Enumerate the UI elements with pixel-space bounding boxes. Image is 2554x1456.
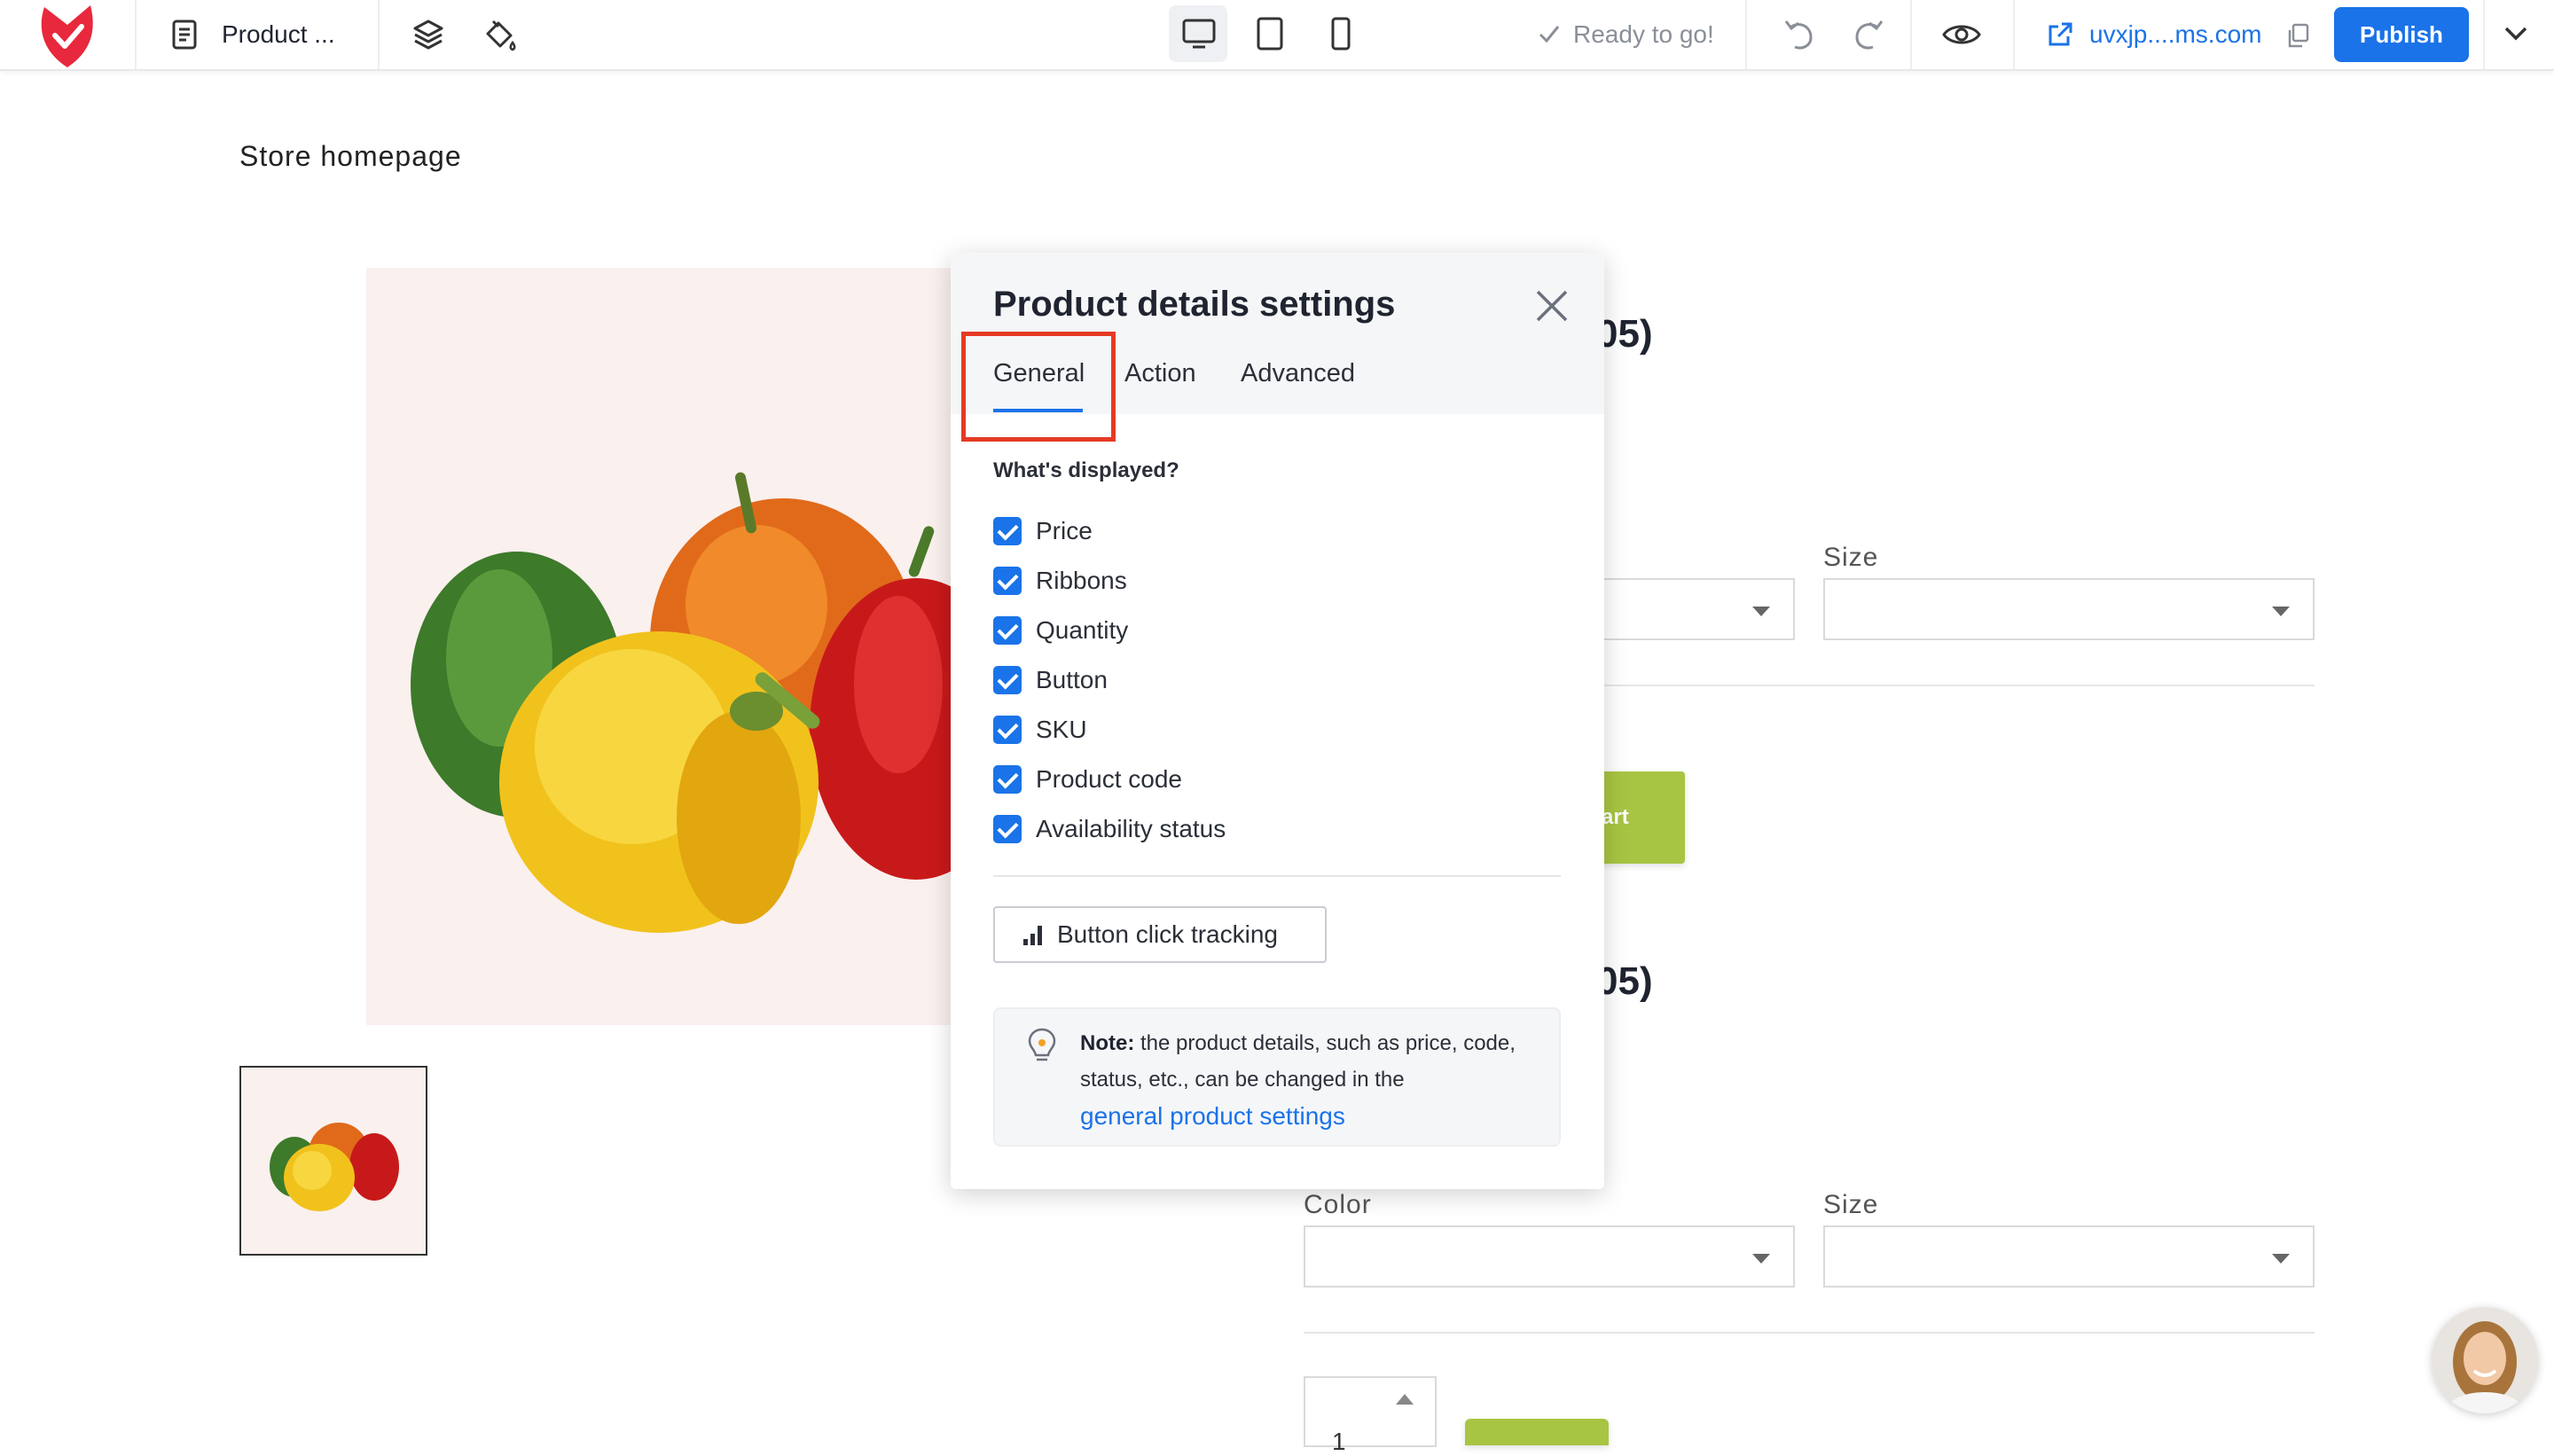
external-link-icon[interactable]: [2047, 21, 2073, 52]
option-ribbons[interactable]: Ribbons: [993, 563, 1127, 599]
checkbox[interactable]: [993, 815, 1022, 843]
size-select[interactable]: [1823, 578, 2315, 640]
checkbox[interactable]: [993, 517, 1022, 545]
chevron-down-icon: [2272, 607, 2290, 616]
chevron-down-icon[interactable]: [2503, 25, 2529, 47]
color-select[interactable]: [1587, 578, 1795, 640]
size-label: Size: [1823, 543, 1879, 572]
option-price[interactable]: Price: [993, 513, 1093, 549]
add-to-cart-label: art: [1602, 805, 1629, 829]
product-main-image[interactable]: [366, 268, 1022, 1025]
toolbar-divider: [1745, 0, 1747, 69]
section-heading: What's displayed?: [993, 458, 1179, 482]
option-label: SKU: [1036, 716, 1087, 743]
add-to-cart-button[interactable]: [1465, 1419, 1609, 1445]
tab-advanced[interactable]: Advanced: [1241, 359, 1355, 388]
quantity-stepper[interactable]: 1: [1304, 1376, 1437, 1455]
checkbox[interactable]: [993, 716, 1022, 744]
button-click-tracking-button[interactable]: Button click tracking: [993, 906, 1327, 963]
checkbox[interactable]: [993, 616, 1022, 645]
checkbox[interactable]: [993, 666, 1022, 694]
toolbar-divider: [2013, 0, 2015, 69]
desktop-view-icon[interactable]: [1182, 18, 1216, 54]
option-label: Availability status: [1036, 815, 1226, 842]
checkbox[interactable]: [993, 765, 1022, 794]
divider: [1596, 685, 2315, 686]
peppers-image: [411, 472, 1022, 933]
color-select[interactable]: [1304, 1225, 1795, 1288]
size-label: Size: [1823, 1190, 1879, 1219]
copy-icon[interactable]: [2286, 23, 2309, 52]
stepper-up-icon[interactable]: [1396, 1394, 1414, 1405]
site-url-link[interactable]: uvxjp....ms.com: [2089, 20, 2261, 50]
color-label: Color: [1304, 1190, 1372, 1219]
option-label: Price: [1036, 517, 1093, 544]
product-heading-fragment: 05): [1596, 312, 1653, 356]
note-body: the product details, such as price, code…: [1080, 1031, 1516, 1092]
save-status: Ready to go!: [1573, 20, 1714, 48]
tracking-button-label: Button click tracking: [1057, 920, 1278, 948]
preview-eye-icon[interactable]: [1942, 21, 1981, 52]
panel-title: Product details settings: [993, 285, 1396, 324]
option-label: Quantity: [1036, 616, 1129, 644]
layers-icon[interactable]: [411, 18, 445, 56]
toolbar-divider: [135, 0, 137, 69]
quantity-value: 1: [1332, 1428, 1346, 1455]
chevron-down-icon: [1752, 1254, 1770, 1264]
highlight-annotation: [961, 332, 1116, 442]
page-selector[interactable]: Product ...: [222, 20, 335, 50]
toolbar-divider: [1910, 0, 1912, 69]
redo-icon[interactable]: [1853, 18, 1885, 56]
chevron-down-icon: [1752, 607, 1770, 616]
option-label: Button: [1036, 666, 1108, 693]
close-icon[interactable]: [1532, 286, 1571, 325]
brand-logo[interactable]: [32, 0, 103, 69]
option-availability-status[interactable]: Availability status: [993, 811, 1226, 847]
tablet-view-icon[interactable]: [1256, 16, 1284, 56]
checkmark-icon: [1538, 23, 1561, 49]
chevron-down-icon: [2272, 1254, 2290, 1264]
divider: [993, 875, 1561, 877]
tab-action[interactable]: Action: [1124, 359, 1196, 388]
page-icon[interactable]: [172, 20, 197, 54]
option-quantity[interactable]: Quantity: [993, 613, 1128, 648]
paint-bucket-icon[interactable]: [481, 18, 518, 58]
publish-button[interactable]: Publish: [2334, 7, 2469, 62]
mobile-view-icon[interactable]: [1330, 16, 1351, 56]
add-to-cart-button[interactable]: art: [1596, 771, 1685, 864]
toolbar-divider: [378, 0, 380, 69]
option-sku[interactable]: SKU: [993, 712, 1087, 748]
note-text: Note: the product details, such as price…: [1080, 1025, 1541, 1136]
checkbox[interactable]: [993, 567, 1022, 595]
top-toolbar: Product ... Ready to go! uvxjp....ms.com…: [0, 0, 2554, 71]
undo-icon[interactable]: [1782, 18, 1814, 56]
option-button[interactable]: Button: [993, 662, 1108, 698]
size-select[interactable]: [1823, 1225, 2315, 1288]
toolbar-divider: [2483, 0, 2485, 69]
support-chat-avatar[interactable]: [2432, 1307, 2538, 1413]
general-product-settings-link[interactable]: general product settings: [1080, 1102, 1345, 1130]
product-heading-fragment: 05): [1596, 959, 1653, 1003]
note-bold: Note:: [1080, 1031, 1135, 1055]
option-label: Ribbons: [1036, 567, 1127, 594]
option-product-code[interactable]: Product code: [993, 762, 1182, 797]
store-homepage-title[interactable]: Store homepage: [239, 140, 462, 173]
divider: [1304, 1332, 2315, 1334]
lightbulb-icon: [1027, 1027, 1057, 1070]
peppers-thumbnail-image: [270, 1123, 399, 1211]
bar-chart-icon: [1022, 923, 1045, 946]
option-label: Product code: [1036, 765, 1182, 793]
note-box: Note: the product details, such as price…: [993, 1007, 1561, 1147]
product-thumbnail[interactable]: [239, 1066, 427, 1256]
